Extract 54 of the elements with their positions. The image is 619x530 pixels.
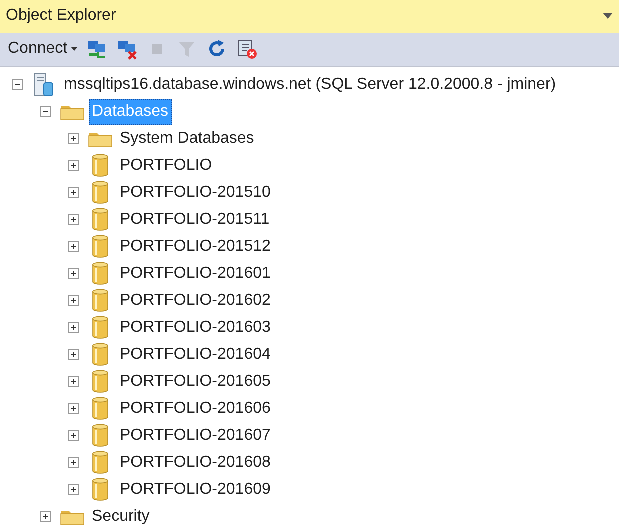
tree-item[interactable]: PORTFOLIO-201607 [117, 424, 274, 448]
expander-icon[interactable] [68, 403, 79, 414]
database-icon [92, 478, 108, 501]
scroll-cancel-icon[interactable] [236, 38, 258, 60]
expander-icon[interactable] [68, 322, 79, 333]
tree-item[interactable]: PORTFOLIO-201602 [117, 288, 274, 312]
database-icon [92, 451, 108, 474]
server-icon [34, 72, 54, 96]
database-icon [92, 208, 108, 231]
expander-icon[interactable] [40, 511, 51, 522]
tree-item[interactable]: PORTFOLIO-201609 [117, 478, 274, 502]
database-icon [92, 424, 108, 447]
database-icon [92, 370, 108, 393]
expander-icon[interactable] [68, 349, 79, 360]
expander-icon[interactable] [12, 79, 23, 90]
tree-item[interactable]: PORTFOLIO-201605 [117, 370, 274, 394]
expander-icon[interactable] [68, 430, 79, 441]
tree-item[interactable]: PORTFOLIO-201601 [117, 262, 274, 286]
disconnect-icon[interactable] [116, 38, 138, 60]
database-icon [92, 397, 108, 420]
expander-icon[interactable] [68, 295, 79, 306]
database-icon [92, 181, 108, 204]
expander-icon[interactable] [68, 187, 79, 198]
expander-icon[interactable] [68, 484, 79, 495]
tree-item[interactable]: Security [89, 504, 153, 528]
database-icon [92, 316, 108, 339]
caret-icon [70, 47, 78, 52]
expander-icon[interactable] [68, 214, 79, 225]
expander-icon[interactable] [40, 106, 51, 117]
tree-item[interactable]: PORTFOLIO-201510 [117, 180, 274, 204]
database-icon [92, 343, 108, 366]
expander-icon[interactable] [68, 457, 79, 468]
tree-item[interactable]: PORTFOLIO [117, 154, 216, 178]
database-icon [92, 235, 108, 258]
connect-button[interactable]: Connect [8, 37, 78, 62]
tree-item[interactable]: PORTFOLIO-201603 [117, 316, 274, 340]
database-icon [92, 289, 108, 312]
expander-icon[interactable] [68, 133, 79, 144]
tree-item[interactable]: PORTFOLIO-201512 [117, 234, 274, 258]
connect-icon[interactable] [86, 38, 108, 60]
tree-item[interactable]: System Databases [117, 126, 258, 150]
tree-item[interactable]: PORTFOLIO-201606 [117, 396, 274, 420]
database-icon [92, 262, 108, 285]
tree-item[interactable]: PORTFOLIO-201608 [117, 450, 274, 474]
expander-icon[interactable] [68, 160, 79, 171]
database-icon [92, 154, 108, 177]
tree-item[interactable]: PORTFOLIO-201604 [117, 342, 274, 366]
panel-title: Object Explorer [6, 6, 116, 26]
expander-icon[interactable] [68, 268, 79, 279]
dropdown-icon[interactable] [603, 13, 613, 20]
tree-item[interactable]: PORTFOLIO-201511 [117, 208, 273, 232]
expander-icon[interactable] [68, 241, 79, 252]
tree-item[interactable]: mssqltips16.database.windows.net (SQL Server 12.0.2000.8 - jminer) [61, 72, 560, 96]
expander-icon[interactable] [68, 376, 79, 387]
